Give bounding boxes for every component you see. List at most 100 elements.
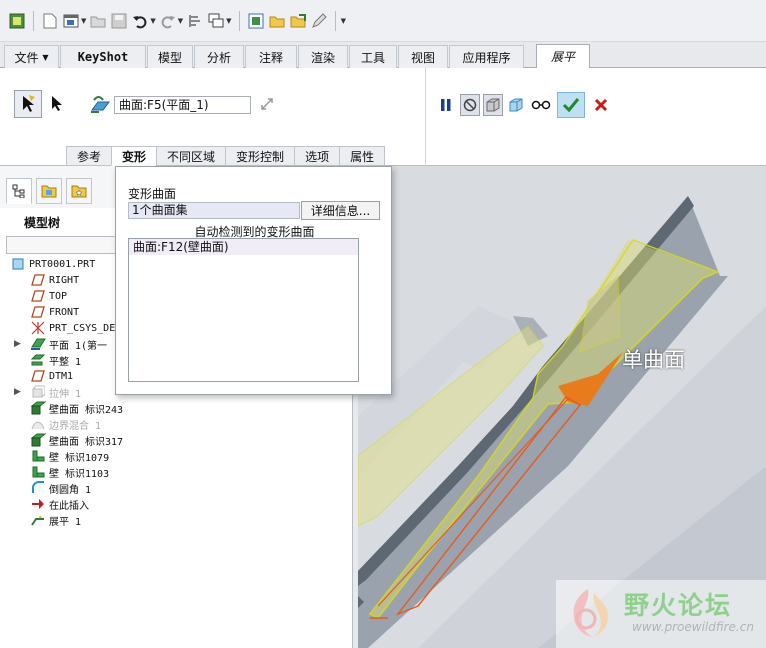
chevron-down-icon[interactable]: ▼ xyxy=(178,17,183,25)
separator xyxy=(334,10,336,31)
tree-item[interactable]: 展平 1 xyxy=(30,512,81,528)
new-icon[interactable] xyxy=(41,12,59,30)
plane-icon xyxy=(30,289,46,303)
details-button[interactable]: 详细信息... xyxy=(301,201,380,220)
subtab-deform[interactable]: 变形 xyxy=(111,146,157,166)
plane-icon xyxy=(30,305,46,319)
wall-surface-icon xyxy=(30,401,46,415)
close-icon xyxy=(594,98,608,112)
subtab-deform-control[interactable]: 变形控制 xyxy=(225,146,295,166)
tree-item-label: 壁曲面 标识243 xyxy=(49,404,124,416)
tree-item-label: DTM1 xyxy=(49,370,74,382)
pause-button[interactable] xyxy=(436,94,456,116)
flip-direction-icon[interactable] xyxy=(258,95,276,113)
expand-icon[interactable]: ▶ xyxy=(14,339,21,349)
chevron-down-icon[interactable]: ▼ xyxy=(226,17,231,25)
tree-item-label: TOP xyxy=(49,290,68,302)
tab-file[interactable]: 文件 ▼ xyxy=(4,45,59,68)
edit-icon[interactable] xyxy=(310,12,328,30)
tree-item[interactable]: ▶ 拉伸 1 xyxy=(14,384,81,400)
watermark-title: 野火论坛 xyxy=(624,591,733,620)
expand-icon[interactable]: ▶ xyxy=(14,387,21,397)
preview-geometry-button[interactable] xyxy=(483,94,503,116)
tab-model[interactable]: 模型 xyxy=(147,45,193,68)
tree-item[interactable]: TOP xyxy=(30,288,67,304)
deform-surfaces-label: 变形曲面 xyxy=(128,187,177,201)
ok-button[interactable] xyxy=(557,92,585,118)
tab-keyshot[interactable]: KeyShot xyxy=(60,45,146,68)
tree-item-label: 平面 1(第一 xyxy=(49,340,108,352)
open-icon[interactable] xyxy=(89,12,107,30)
insert-here-icon xyxy=(30,497,46,511)
tree-item[interactable]: 边界混合 1 xyxy=(30,416,101,432)
redo-icon[interactable] xyxy=(159,12,177,30)
tree-item[interactable]: PRT_CSYS_DEF xyxy=(30,320,121,336)
folder-browser-icon xyxy=(41,185,57,198)
tree-item-label: 壁曲面 标识317 xyxy=(49,436,124,448)
regenerate-icon[interactable] xyxy=(8,12,26,30)
subtab-references[interactable]: 参考 xyxy=(66,146,112,166)
auto-detected-list[interactable]: 曲面:F12(壁曲面) xyxy=(128,238,359,382)
customize-icon[interactable]: ▼ xyxy=(341,17,346,25)
tree-item[interactable]: RIGHT xyxy=(30,272,79,288)
tree-item[interactable]: 平整 1 xyxy=(30,352,81,368)
subtab-distinct-regions[interactable]: 不同区域 xyxy=(156,146,226,166)
model-view xyxy=(358,166,766,648)
tree-item[interactable]: PRT0001.PRT xyxy=(10,256,95,272)
tab-tools[interactable]: 工具 xyxy=(349,45,397,68)
tab-model-tree[interactable] xyxy=(6,178,32,204)
select-arrow-button[interactable] xyxy=(48,94,66,112)
ribbon-panel: 曲面:F5(平面_1) 参考 变形 不同区域 变形控制 选项 属性 xyxy=(0,68,766,166)
tree-item[interactable]: 在此插入 xyxy=(30,496,89,512)
single-surface-callout: 单曲面 xyxy=(622,348,685,372)
tab-view[interactable]: 视图 xyxy=(398,45,448,68)
undo-icon[interactable] xyxy=(131,12,149,30)
cancel-button[interactable] xyxy=(590,93,612,117)
model-icon[interactable] xyxy=(247,12,265,30)
select-surface-button[interactable] xyxy=(14,90,42,118)
chevron-down-icon[interactable]: ▼ xyxy=(81,17,86,25)
sheetmetal-plane-icon xyxy=(30,337,46,351)
tab-render[interactable]: 渲染 xyxy=(298,45,348,68)
export-icon[interactable] xyxy=(289,12,307,30)
tab-analysis[interactable]: 分析 xyxy=(194,45,244,68)
tab-applications[interactable]: 应用程序 xyxy=(449,45,524,68)
tree-item[interactable]: 壁 标识1079 xyxy=(30,448,109,464)
list-item[interactable]: 曲面:F12(壁曲面) xyxy=(129,239,358,255)
window-icon[interactable] xyxy=(62,12,80,30)
tree-item[interactable]: 倒圆角 1 xyxy=(30,480,91,496)
tree-item[interactable]: 壁 标识1103 xyxy=(30,464,109,480)
tree-item[interactable]: ▶ 平面 1(第一 xyxy=(14,336,108,352)
favorites-icon xyxy=(71,185,87,198)
tab-folder-browser[interactable] xyxy=(36,178,62,204)
chevron-down-icon: ▼ xyxy=(42,52,49,62)
tab-favorites[interactable] xyxy=(66,178,92,204)
chevron-down-icon[interactable]: ▼ xyxy=(150,17,155,25)
verify-mode-button[interactable] xyxy=(506,94,526,116)
tree-item[interactable]: FRONT xyxy=(30,304,79,320)
reference-surface-field[interactable]: 曲面:F5(平面_1) xyxy=(114,96,251,114)
glasses-icon xyxy=(531,100,551,110)
windows-icon[interactable] xyxy=(207,12,225,30)
tab-flatten[interactable]: 展平 xyxy=(536,44,590,68)
regen-manager-icon[interactable] xyxy=(186,12,204,30)
ribbon-tab-bar: 文件 ▼ KeyShot 模型 分析 注释 渲染 工具 视图 应用程序 展平 xyxy=(0,42,766,68)
glasses-preview-button[interactable] xyxy=(530,94,552,116)
separator xyxy=(425,68,426,166)
graphics-viewport[interactable] xyxy=(358,166,766,648)
tab-annotate[interactable]: 注释 xyxy=(245,45,297,68)
tree-item[interactable]: DTM1 xyxy=(30,368,73,384)
tree-item-label: PRT0001.PRT xyxy=(29,258,96,270)
no-preview-button[interactable] xyxy=(460,94,480,116)
folder-icon[interactable] xyxy=(268,12,286,30)
subtab-properties[interactable]: 属性 xyxy=(339,146,386,166)
deform-surfaces-collector[interactable]: 1个曲面集 xyxy=(128,202,300,219)
cursor-arrow-icon xyxy=(52,96,62,111)
tree-item[interactable]: 壁曲面 标识243 xyxy=(30,400,123,416)
surface-reference-icon xyxy=(91,96,110,113)
save-icon[interactable] xyxy=(110,12,128,30)
no-preview-icon xyxy=(463,98,477,112)
subtab-options[interactable]: 选项 xyxy=(294,146,340,166)
tree-item[interactable]: 壁曲面 标识317 xyxy=(30,432,123,448)
extrude-icon xyxy=(30,385,46,399)
